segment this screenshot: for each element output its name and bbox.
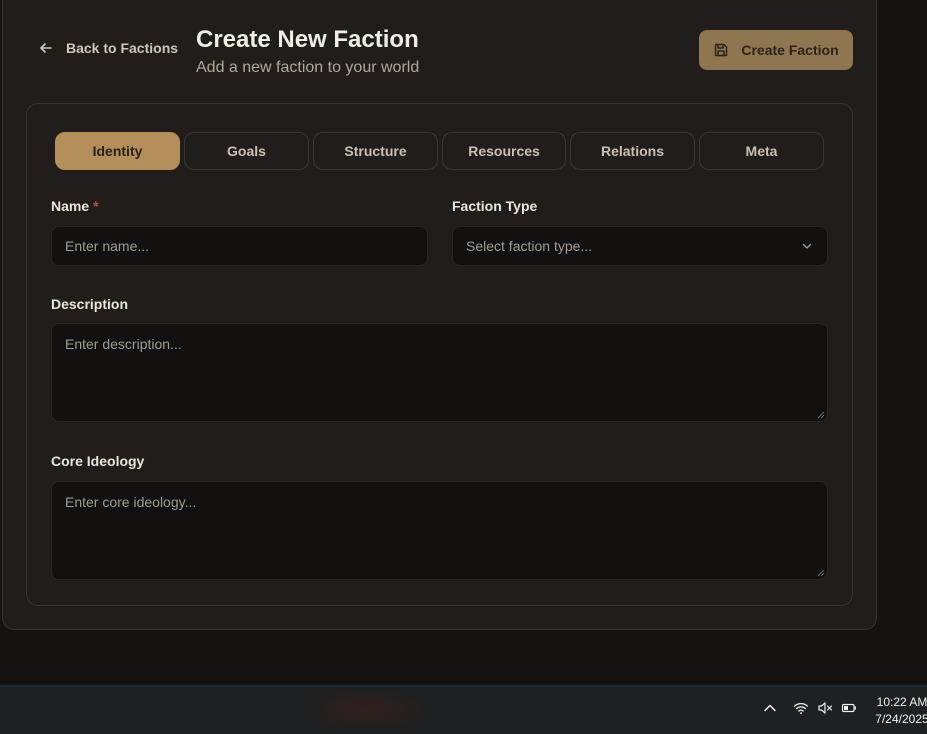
arrow-left-icon — [40, 43, 52, 53]
create-faction-label: Create Faction — [741, 42, 839, 58]
name-label: Name * — [51, 198, 99, 214]
faction-type-select[interactable]: Select faction type... — [452, 226, 828, 266]
core-ideology-placeholder: Enter core ideology... — [65, 494, 197, 510]
battery-icon[interactable] — [841, 700, 857, 716]
tab-structure[interactable]: Structure — [313, 132, 438, 170]
create-faction-button[interactable]: Create Faction — [699, 30, 853, 70]
name-label-text: Name — [51, 198, 90, 214]
resize-handle-icon[interactable] — [817, 569, 825, 577]
faction-type-placeholder: Select faction type... — [466, 238, 593, 254]
name-placeholder: Enter name... — [65, 238, 150, 254]
tab-meta[interactable]: Meta — [699, 132, 824, 170]
back-to-factions-link[interactable]: Back to Factions — [38, 40, 178, 56]
taskbar-app-glow — [300, 687, 430, 732]
description-textarea[interactable]: Enter description... — [51, 323, 828, 422]
name-input[interactable]: Enter name... — [51, 226, 428, 266]
taskbar-clock[interactable]: 10:22 AM 7/24/2025 — [872, 694, 927, 728]
chevron-down-icon — [802, 243, 812, 249]
description-placeholder: Enter description... — [65, 336, 182, 352]
chevron-up-icon[interactable] — [762, 700, 778, 716]
volume-muted-icon[interactable] — [817, 700, 833, 716]
tab-resources[interactable]: Resources — [442, 132, 566, 170]
description-label: Description — [51, 296, 129, 312]
page-subtitle: Add a new faction to your world — [196, 59, 420, 76]
core-ideology-label: Core Ideology — [51, 453, 145, 469]
wifi-icon[interactable] — [793, 700, 809, 716]
page-title: Create New Faction — [196, 26, 419, 53]
back-label: Back to Factions — [66, 40, 179, 56]
tab-goals[interactable]: Goals — [184, 132, 309, 170]
tab-relations[interactable]: Relations — [570, 132, 695, 170]
required-mark: * — [93, 198, 99, 214]
core-ideology-textarea[interactable]: Enter core ideology... — [51, 481, 828, 580]
taskbar — [0, 685, 927, 734]
clock-time: 10:22 AM — [876, 695, 927, 709]
tab-identity[interactable]: Identity — [55, 132, 180, 170]
faction-type-label: Faction Type — [452, 198, 538, 214]
save-icon — [715, 43, 728, 57]
resize-handle-icon[interactable] — [817, 411, 825, 419]
clock-date: 7/24/2025 — [875, 712, 927, 726]
